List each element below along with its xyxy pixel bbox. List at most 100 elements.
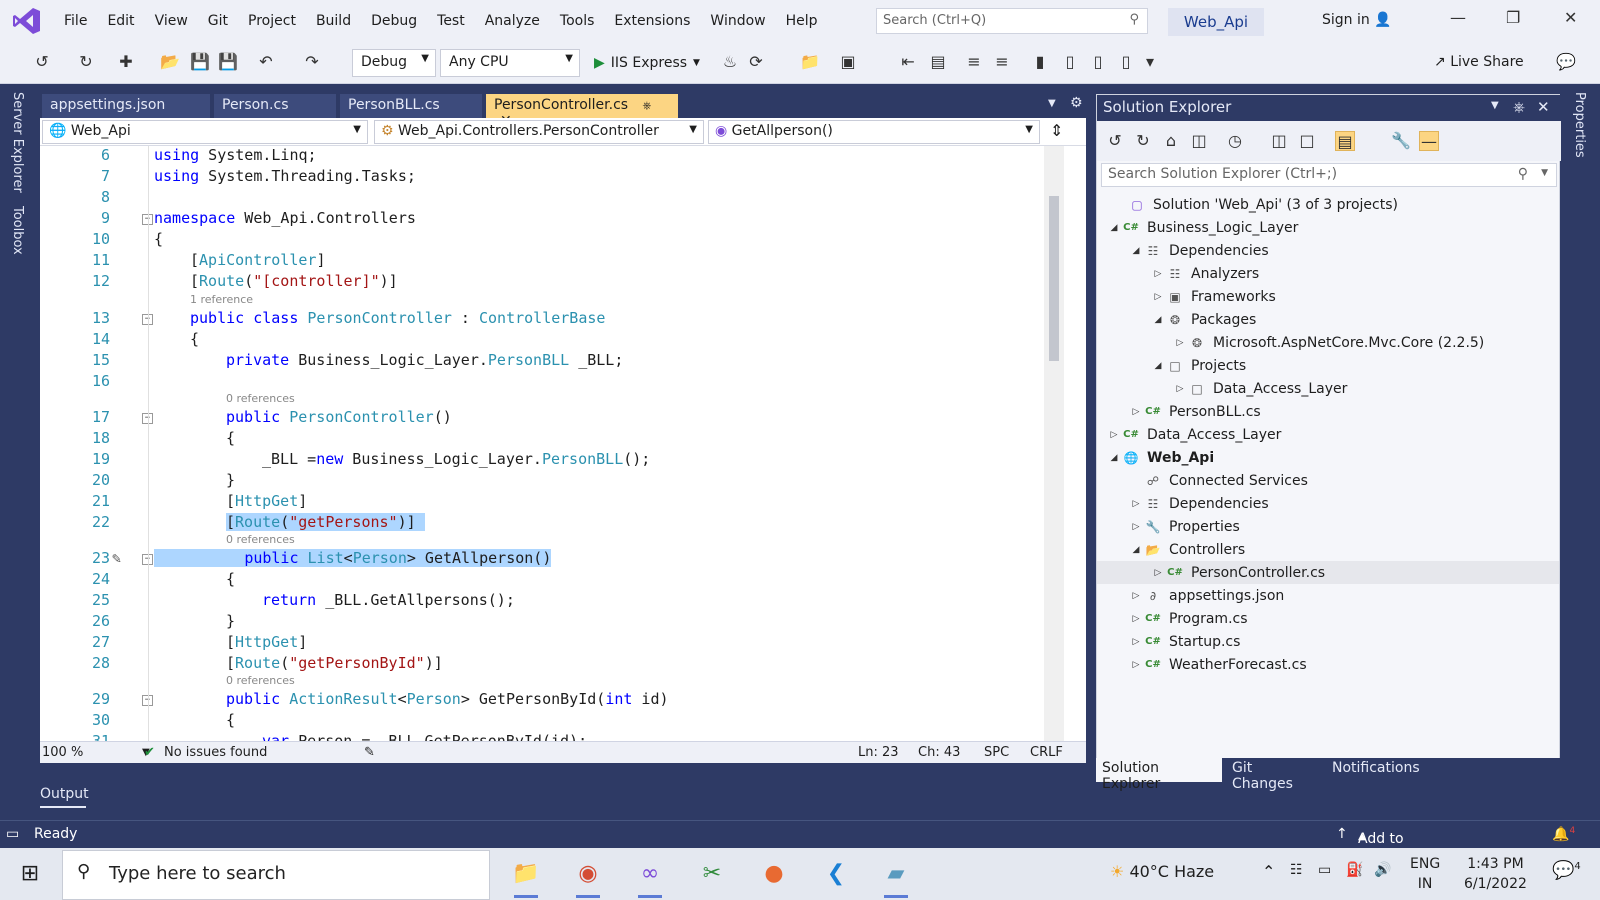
- action-center-icon[interactable]: 💬4: [1552, 860, 1581, 881]
- app-icon[interactable]: ▰: [878, 856, 914, 898]
- tree-item-analyzers[interactable]: ▷ ☷ Analyzers: [1097, 262, 1559, 285]
- tree-item-weatherforecast[interactable]: ▷ C# WeatherForecast.cs: [1097, 653, 1559, 676]
- project-dropdown[interactable]: 🌐 Web_Api ▼: [42, 120, 368, 144]
- chevron-down-icon[interactable]: ▼: [1541, 168, 1548, 178]
- prev-bookmark-icon[interactable]: ▯: [1060, 52, 1080, 72]
- tablet-icon[interactable]: ☷: [1290, 862, 1303, 878]
- feedback-icon[interactable]: 💬: [1556, 52, 1576, 72]
- split-editor-icon[interactable]: ⇕: [1050, 121, 1063, 140]
- windows-start-icon[interactable]: ⊞: [12, 856, 48, 892]
- tree-item-dal-reference[interactable]: ▷ □ Data_Access_Layer: [1097, 377, 1559, 400]
- collapsed-icon[interactable]: ▷: [1173, 384, 1187, 394]
- code-cleanup-icon[interactable]: ✎: [364, 745, 375, 760]
- notification-bell-icon[interactable]: 🔔4: [1552, 826, 1575, 843]
- tree-item-personcontroller[interactable]: ▷ C# PersonController.cs: [1097, 561, 1559, 584]
- collapsed-icon[interactable]: ▷: [1129, 522, 1143, 532]
- tree-item-appsettings[interactable]: ▷ ∂ appsettings.json: [1097, 584, 1559, 607]
- collapsed-icon[interactable]: ▷: [1129, 407, 1143, 417]
- new-project-icon[interactable]: ✚: [116, 52, 136, 72]
- undo-icon[interactable]: ↶: [256, 52, 276, 72]
- bookmark-icon[interactable]: ▮: [1030, 52, 1050, 72]
- properties-tab[interactable]: Properties: [1572, 92, 1587, 158]
- menu-file[interactable]: File: [54, 0, 97, 42]
- menu-window[interactable]: Window: [700, 0, 775, 42]
- codelens-references[interactable]: 1 reference: [190, 293, 253, 306]
- close-panel-icon[interactable]: ✕: [1537, 98, 1550, 116]
- next-bookmark-icon[interactable]: ▯: [1088, 52, 1108, 72]
- code-view[interactable]: 6 using System.Linq; 7 using System.Thread…: [40, 146, 1086, 758]
- solution-explorer-search-input[interactable]: Search Solution Explorer (Ctrl+;) ⚲ ▼: [1101, 163, 1557, 187]
- step-icon[interactable]: ⇤: [898, 52, 918, 72]
- tree-item-data-access-layer[interactable]: ▷ C# Data_Access_Layer: [1097, 423, 1559, 446]
- tree-item-frameworks[interactable]: ▷ ▣ Frameworks: [1097, 285, 1559, 308]
- hot-reload-icon[interactable]: ♨: [720, 52, 740, 72]
- file-explorer-icon[interactable]: 📁: [508, 856, 544, 898]
- issues-status[interactable]: No issues found: [164, 745, 267, 760]
- expanded-icon[interactable]: ◢: [1151, 361, 1165, 371]
- collapsed-icon[interactable]: ▷: [1151, 568, 1165, 578]
- refresh-icon[interactable]: ⟳: [746, 52, 766, 72]
- tree-item-startup[interactable]: ▷ C# Startup.cs: [1097, 630, 1559, 653]
- properties-wrench-icon[interactable]: 🔧: [1391, 131, 1411, 151]
- vertical-scrollbar[interactable]: [1044, 146, 1064, 758]
- gear-icon[interactable]: ⚙: [1070, 95, 1083, 111]
- collapsed-icon[interactable]: ▷: [1129, 591, 1143, 601]
- switch-views-icon[interactable]: ◫: [1189, 131, 1209, 151]
- output-tab[interactable]: Output: [40, 786, 89, 802]
- tab-notifications[interactable]: Notifications: [1326, 758, 1430, 782]
- minimize-icon[interactable]: —: [1450, 8, 1466, 27]
- tree-item-packages[interactable]: ◢ ❂ Packages: [1097, 308, 1559, 331]
- wifi-icon[interactable]: ⛽: [1346, 862, 1363, 878]
- snipping-tool-icon[interactable]: ✂: [694, 856, 730, 892]
- search-input[interactable]: Search (Ctrl+Q) ⚲: [876, 8, 1148, 34]
- close-icon[interactable]: ✕: [1564, 8, 1577, 27]
- volume-icon[interactable]: 🔊: [1374, 862, 1391, 878]
- home-icon[interactable]: ⌂: [1161, 131, 1181, 151]
- menu-git[interactable]: Git: [198, 0, 238, 42]
- live-share-button[interactable]: ↗ Live Share: [1434, 54, 1524, 70]
- collapsed-icon[interactable]: ▷: [1151, 269, 1165, 279]
- expanded-icon[interactable]: ◢: [1107, 223, 1121, 233]
- postman-icon[interactable]: ●: [756, 856, 792, 892]
- chrome-icon[interactable]: ◉: [570, 856, 606, 898]
- whitespace-mode[interactable]: SPC: [984, 745, 1009, 760]
- codelens-references[interactable]: 0 references: [226, 674, 295, 687]
- menu-edit[interactable]: Edit: [97, 0, 144, 42]
- collapsed-icon[interactable]: ▷: [1129, 614, 1143, 624]
- weather-widget[interactable]: ☀ 40°C Haze: [1110, 862, 1214, 881]
- back-icon[interactable]: ↺: [32, 52, 52, 72]
- collapsed-icon[interactable]: ▷: [1151, 292, 1165, 302]
- visual-studio-logo-icon[interactable]: [0, 0, 54, 42]
- screenshot-icon[interactable]: ▣: [838, 52, 858, 72]
- tree-item-properties[interactable]: ▷ 🔧 Properties: [1097, 515, 1559, 538]
- taskbar-search-input[interactable]: ⚲ Type here to search: [62, 850, 490, 900]
- chevron-up-icon[interactable]: ⌃: [1262, 862, 1275, 881]
- panel-options-icon[interactable]: ▼: [1491, 100, 1499, 111]
- menu-analyze[interactable]: Analyze: [475, 0, 550, 42]
- expanded-icon[interactable]: ◢: [1129, 545, 1143, 555]
- collapsed-icon[interactable]: ▷: [1129, 637, 1143, 647]
- indent-icon[interactable]: ≡: [992, 52, 1012, 72]
- open-folder-icon[interactable]: 📂: [160, 52, 180, 72]
- collapse-all-icon[interactable]: ◫: [1269, 131, 1289, 151]
- tree-item-program[interactable]: ▷ C# Program.cs: [1097, 607, 1559, 630]
- vscode-icon[interactable]: ❮: [818, 856, 854, 892]
- tree-item-solution[interactable]: ▢ Solution 'Web_Api' (3 of 3 projects): [1097, 193, 1559, 216]
- pin-icon[interactable]: ⎈: [643, 99, 652, 112]
- browse-folder-icon[interactable]: 📁: [800, 52, 820, 72]
- codelens-references[interactable]: 0 references: [226, 392, 295, 405]
- tab-personbll[interactable]: PersonBLL.cs: [340, 94, 482, 118]
- save-all-icon[interactable]: 💾: [218, 52, 238, 72]
- menu-build[interactable]: Build: [306, 0, 361, 42]
- tree-item-controllers[interactable]: ◢ 📂 Controllers: [1097, 538, 1559, 561]
- menu-project[interactable]: Project: [238, 0, 306, 42]
- collapsed-icon[interactable]: ▷: [1129, 660, 1143, 670]
- menu-tools[interactable]: Tools: [550, 0, 605, 42]
- server-explorer-tab[interactable]: Server Explorer: [10, 92, 25, 193]
- tree-item-webapi-dependencies[interactable]: ▷ ☷ Dependencies: [1097, 492, 1559, 515]
- member-dropdown[interactable]: ◉ GetAllperson() ▼: [708, 120, 1040, 144]
- tree-item-connected-services[interactable]: ☍ Connected Services: [1097, 469, 1559, 492]
- pending-changes-icon[interactable]: ◷: [1225, 131, 1245, 151]
- menu-view[interactable]: View: [145, 0, 198, 42]
- redo-icon[interactable]: ↷: [302, 52, 322, 72]
